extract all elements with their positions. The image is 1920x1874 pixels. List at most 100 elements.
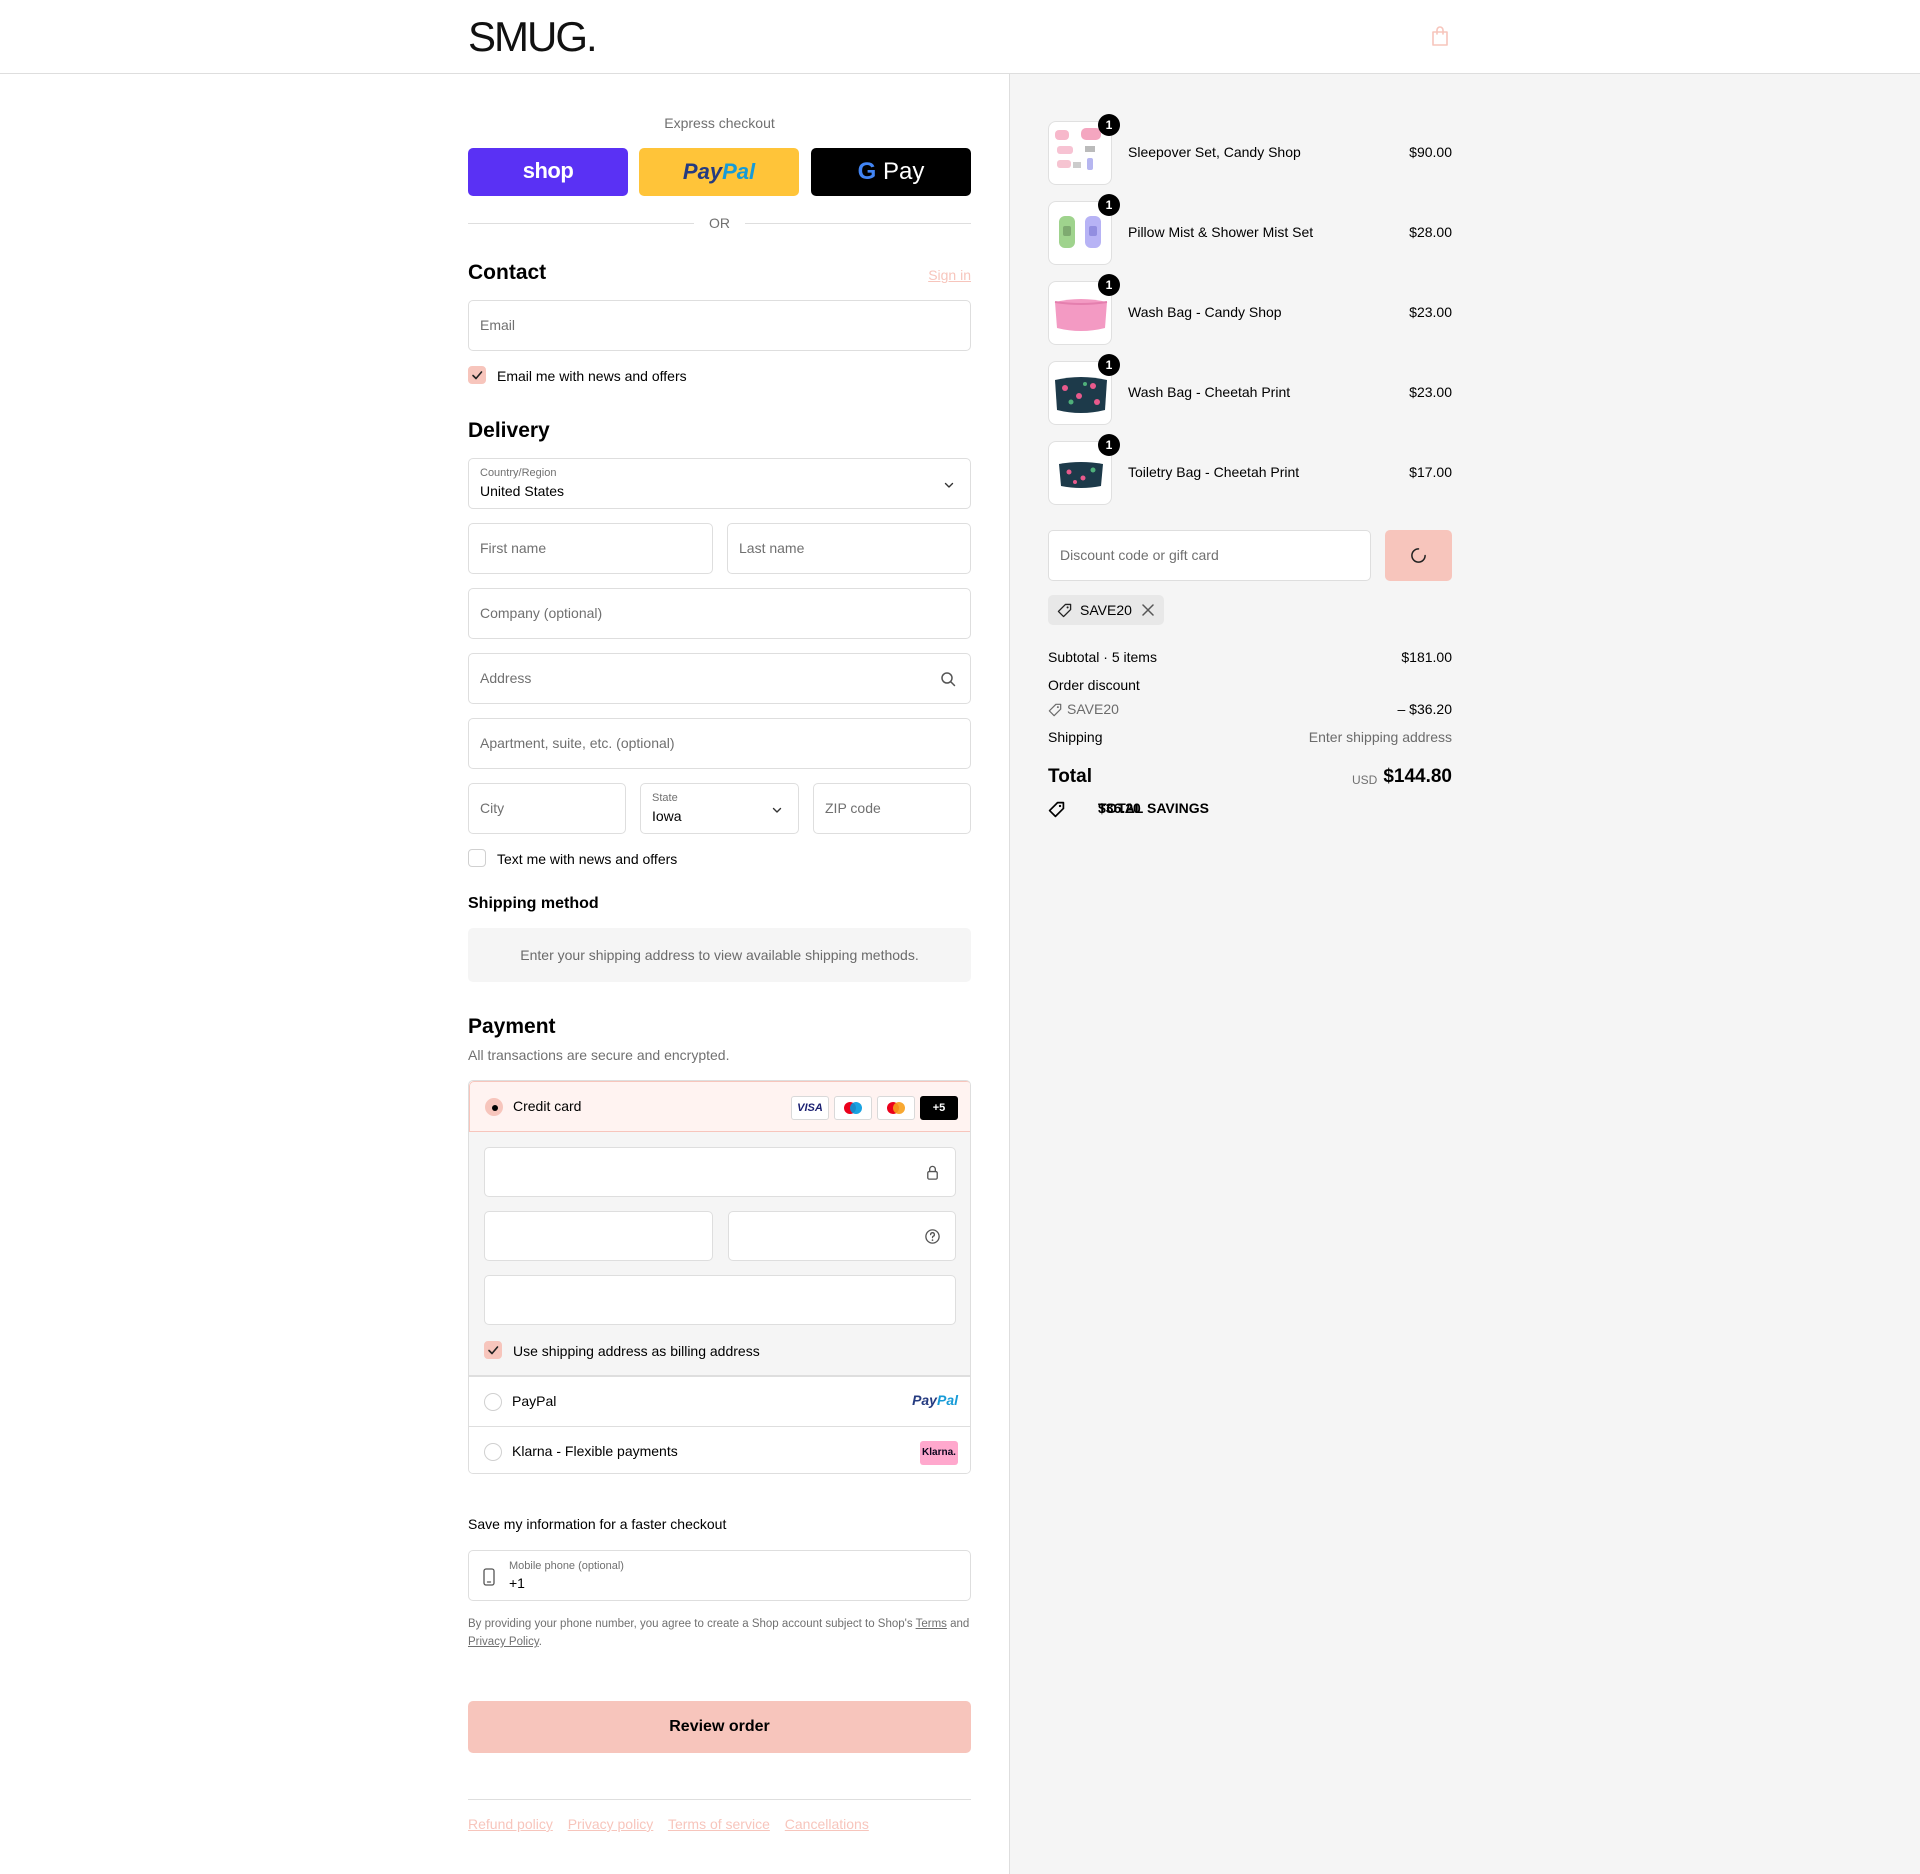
item-name: Pillow Mist & Shower Mist Set: [1128, 224, 1314, 240]
state-select[interactable]: State Iowa: [640, 783, 799, 834]
quantity-badge: 1: [1098, 434, 1120, 456]
sign-in-link[interactable]: Sign in: [928, 267, 971, 283]
item-price: $17.00: [1409, 464, 1452, 480]
klarna-radio[interactable]: [484, 1443, 502, 1461]
shopping-bag-icon[interactable]: [1430, 25, 1450, 47]
google-pay-button[interactable]: G Pay: [811, 148, 971, 196]
checkbox-checked[interactable]: [484, 1341, 502, 1359]
email-placeholder: Email: [480, 317, 516, 333]
credit-card-option[interactable]: Credit card VISA +5: [469, 1081, 970, 1132]
paypal-label: PayPal: [512, 1393, 557, 1409]
loading-spinner-icon: [1411, 548, 1426, 563]
country-select[interactable]: Country/Region United States: [468, 458, 971, 509]
chevron-down-icon: [944, 482, 954, 488]
or-divider: OR: [468, 213, 971, 233]
item-name: Wash Bag - Candy Shop: [1128, 304, 1282, 320]
lock-icon: [927, 1165, 938, 1180]
header: SMUG.: [0, 0, 1920, 74]
apply-discount-button[interactable]: [1385, 530, 1452, 581]
apartment-placeholder: Apartment, suite, etc. (optional): [480, 735, 675, 751]
quantity-badge: 1: [1098, 354, 1120, 376]
remove-discount-icon[interactable]: [1141, 603, 1155, 617]
tag-icon: [1048, 703, 1062, 717]
klarna-option[interactable]: Klarna - Flexible payments Klarna.: [469, 1426, 970, 1473]
paypal-logo-part: Pal: [722, 159, 756, 184]
subtotal-value: $181.00: [1401, 649, 1452, 665]
shipping-label: Shipping: [1048, 729, 1103, 745]
last-name-placeholder: Last name: [739, 540, 805, 556]
zip-code-field[interactable]: ZIP code: [813, 783, 971, 834]
last-name-field[interactable]: Last name: [727, 523, 971, 574]
zip-placeholder: ZIP code: [825, 800, 881, 816]
terms-of-service-link[interactable]: Terms of service: [668, 1816, 770, 1832]
city-field[interactable]: City: [468, 783, 626, 834]
paypal-logo: PayPal: [912, 1392, 958, 1408]
refund-policy-link[interactable]: Refund policy: [468, 1816, 553, 1832]
apartment-field[interactable]: Apartment, suite, etc. (optional): [468, 718, 971, 769]
country-label: Country/Region: [480, 467, 557, 479]
city-placeholder: City: [480, 800, 505, 816]
shipping-method-note: Enter your shipping address to view avai…: [468, 928, 971, 982]
line-item: 1 Sleepover Set, Candy Shop $90.00: [1048, 114, 1452, 185]
total-value: $144.80: [1383, 766, 1452, 787]
phone-value: +1: [509, 1575, 525, 1591]
paypal-express-button[interactable]: PayPal: [639, 148, 799, 196]
save-info-title: Save my information for a faster checkou…: [468, 1516, 727, 1532]
help-circle-icon[interactable]: [924, 1228, 941, 1245]
expiration-date-field[interactable]: [484, 1211, 713, 1261]
paypal-option[interactable]: PayPal PayPal: [469, 1376, 970, 1426]
line-item: 1 Toiletry Bag - Cheetah Print $17.00: [1048, 434, 1452, 505]
cancellations-link[interactable]: Cancellations: [785, 1816, 869, 1832]
tag-icon: [1057, 603, 1072, 618]
shop-legal-text: By providing your phone number, you agre…: [468, 1615, 971, 1651]
discount-code-input[interactable]: Discount code or gift card: [1048, 530, 1371, 581]
paypal-logo-part: Pay: [682, 159, 723, 184]
address-placeholder: Address: [480, 670, 532, 686]
chevron-down-icon: [772, 807, 782, 813]
quantity-badge: 1: [1098, 194, 1120, 216]
security-code-field[interactable]: [728, 1211, 956, 1261]
review-order-button[interactable]: Review order: [468, 1701, 971, 1753]
footer-links: Refund policy Privacy policy Terms of se…: [468, 1816, 880, 1832]
klarna-label: Klarna - Flexible payments: [512, 1443, 678, 1459]
shop-pay-button[interactable]: shop: [468, 148, 628, 196]
company-field[interactable]: Company (optional): [468, 588, 971, 639]
name-on-card-field[interactable]: [484, 1275, 956, 1325]
delivery-title: Delivery: [468, 419, 550, 442]
mobile-phone-field[interactable]: Mobile phone (optional) +1: [468, 1550, 971, 1601]
mastercard-icon: [877, 1096, 915, 1120]
email-field[interactable]: Email: [468, 300, 971, 351]
card-number-field[interactable]: [484, 1147, 956, 1197]
terms-link[interactable]: Terms: [916, 1618, 947, 1630]
line-item: 1 Wash Bag - Cheetah Print $23.00: [1048, 354, 1452, 425]
quantity-badge: 1: [1098, 274, 1120, 296]
privacy-policy-footer-link[interactable]: Privacy policy: [568, 1816, 654, 1832]
total-currency: USD: [1352, 773, 1378, 787]
address-field[interactable]: Address: [468, 653, 971, 704]
company-placeholder: Company (optional): [480, 605, 603, 621]
footer-divider: [468, 1799, 971, 1800]
checkmark-icon: [488, 1346, 499, 1355]
contact-title: Contact: [468, 261, 547, 284]
tag-icon: [1048, 801, 1065, 818]
billing-same-label: Use shipping address as billing address: [513, 1343, 760, 1359]
card-details-form: Use shipping address as billing address: [469, 1132, 970, 1376]
order-discount-label: Order discount: [1048, 677, 1140, 693]
payment-methods: Credit card VISA +5 Use shipping address…: [468, 1080, 971, 1474]
credit-card-radio[interactable]: [485, 1098, 503, 1116]
checkbox-unchecked[interactable]: [468, 849, 486, 867]
shipping-value: Enter shipping address: [1308, 729, 1452, 745]
item-name: Sleepover Set, Candy Shop: [1128, 144, 1301, 160]
first-name-field[interactable]: First name: [468, 523, 713, 574]
paypal-radio[interactable]: [484, 1393, 502, 1411]
state-label: State: [652, 792, 678, 804]
discount-code-label: SAVE20: [1067, 701, 1119, 717]
legal-text: .: [538, 1636, 542, 1648]
quantity-badge: 1: [1098, 114, 1120, 136]
checkbox-checked[interactable]: [468, 366, 486, 384]
store-logo[interactable]: SMUG.: [468, 16, 598, 58]
maestro-icon: [834, 1096, 872, 1120]
privacy-policy-link[interactable]: Privacy Policy: [468, 1636, 539, 1648]
visa-icon: VISA: [791, 1096, 829, 1120]
item-price: $90.00: [1409, 144, 1452, 160]
